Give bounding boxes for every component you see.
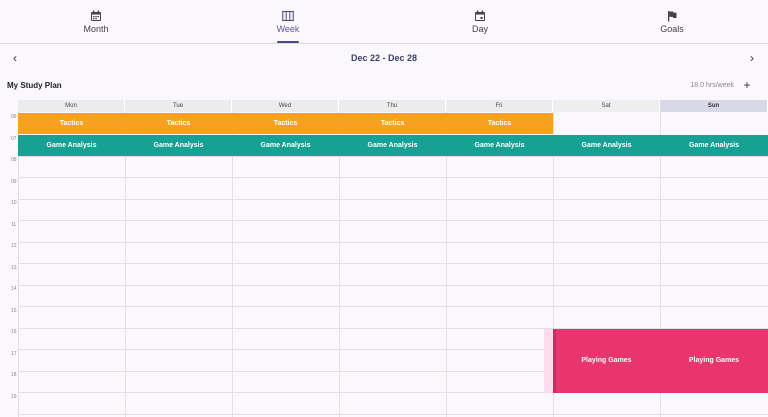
hour-divider <box>18 156 768 157</box>
hour-label: 19 <box>11 394 17 400</box>
calendar-day-icon <box>475 10 485 21</box>
add-session-button[interactable]: + <box>741 79 753 91</box>
calendar-month-icon <box>91 10 101 21</box>
hour-label: 09 <box>11 179 17 185</box>
tab-goals-label: Goals <box>660 24 684 34</box>
hour-label: 11 <box>11 222 17 228</box>
tab-month-label: Month <box>83 24 109 34</box>
hour-label: 07 <box>11 136 17 142</box>
hour-divider <box>18 263 768 264</box>
day-header-sun: Sun <box>660 100 768 112</box>
event-playing-games-sun[interactable]: Playing Games <box>660 329 768 393</box>
active-tab-indicator <box>277 41 299 43</box>
event-game-analysis-sat[interactable]: Game Analysis <box>553 135 660 156</box>
tab-week-label: Week <box>276 24 300 34</box>
event-game-analysis-mon[interactable]: Game Analysis <box>18 135 125 156</box>
event-game-analysis-thu[interactable]: Game Analysis <box>339 135 446 156</box>
view-tabs: Month Week Day Goals <box>0 0 768 44</box>
day-header-tue: Tue <box>125 100 232 112</box>
event-tactics-thu[interactable]: Tactics <box>339 113 446 134</box>
study-plan-app: Month Week Day Goals ‹ Dec 22 - Dec 28 ›… <box>0 0 768 417</box>
hour-label: 08 <box>11 157 17 163</box>
hour-label: 14 <box>11 286 17 292</box>
hour-label: 06 <box>11 114 17 120</box>
day-header-mon: Mon <box>18 100 125 112</box>
event-game-analysis-sun[interactable]: Game Analysis <box>660 135 768 156</box>
hour-divider <box>18 242 768 243</box>
tab-goals[interactable]: Goals <box>576 0 768 44</box>
calendar-week-icon <box>282 10 294 22</box>
event-game-analysis-tue[interactable]: Game Analysis <box>125 135 232 156</box>
event-tactics-mon[interactable]: Tactics <box>18 113 125 134</box>
event-tactics-fri[interactable]: Tactics <box>446 113 553 134</box>
week-date-range: Dec 22 - Dec 28 <box>350 53 418 63</box>
event-game-analysis-fri[interactable]: Game Analysis <box>446 135 553 156</box>
day-header-thu: Thu <box>339 100 446 112</box>
hour-divider <box>18 177 768 178</box>
plus-icon: + <box>743 78 751 92</box>
hour-divider <box>18 306 768 307</box>
next-week-button[interactable]: › <box>745 51 759 65</box>
tab-day-label: Day <box>471 24 488 34</box>
week-navigator: ‹ Dec 22 - Dec 28 › <box>0 45 768 71</box>
tab-month[interactable]: Month <box>0 0 192 44</box>
hour-label: 15 <box>11 308 17 314</box>
day-header-wed: Wed <box>232 100 339 112</box>
event-tactics-wed[interactable]: Tactics <box>232 113 339 134</box>
hour-divider <box>18 285 768 286</box>
event-tactics-tue[interactable]: Tactics <box>125 113 232 134</box>
event-game-analysis-wed[interactable]: Game Analysis <box>232 135 339 156</box>
hour-divider <box>18 220 768 221</box>
plan-header: My Study Plan 18.0 hrs/week + <box>0 78 768 96</box>
weekly-hours: 18.0 hrs/week <box>690 82 734 89</box>
event-playing-games-sat[interactable]: Playing Games <box>553 329 660 393</box>
hour-label: 10 <box>11 200 17 206</box>
flag-icon <box>668 11 677 22</box>
hour-divider <box>18 199 768 200</box>
hour-label: 16 <box>11 329 17 335</box>
plan-title: My Study Plan <box>7 81 62 90</box>
hour-label: 12 <box>11 243 17 249</box>
hour-label: 13 <box>11 265 17 271</box>
hour-label: 18 <box>11 372 17 378</box>
hour-divider <box>18 414 768 415</box>
event-resize-handle[interactable] <box>553 329 556 393</box>
tab-week[interactable]: Week <box>192 0 384 44</box>
tab-day[interactable]: Day <box>384 0 576 44</box>
chevron-right-icon: › <box>750 51 754 65</box>
hour-label: 17 <box>11 351 17 357</box>
day-header-fri: Fri <box>446 100 553 112</box>
day-header-sat: Sat <box>553 100 660 112</box>
